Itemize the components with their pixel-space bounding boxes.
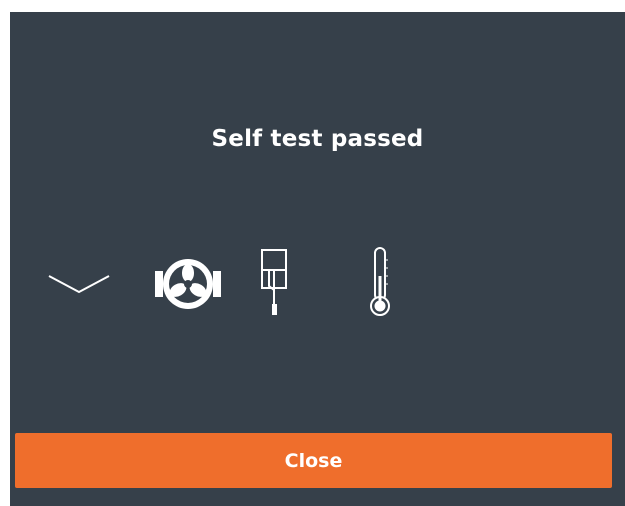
dialog-title: Self test passed (211, 126, 424, 152)
sensor-probe-icon (259, 248, 291, 318)
fan-icon (153, 257, 223, 311)
chevron-down-icon (47, 272, 111, 296)
close-button[interactable]: Close (15, 433, 612, 488)
thermometer-icon (367, 246, 393, 318)
status-icons (10, 242, 625, 322)
self-test-dialog: Self test passed (10, 12, 625, 506)
